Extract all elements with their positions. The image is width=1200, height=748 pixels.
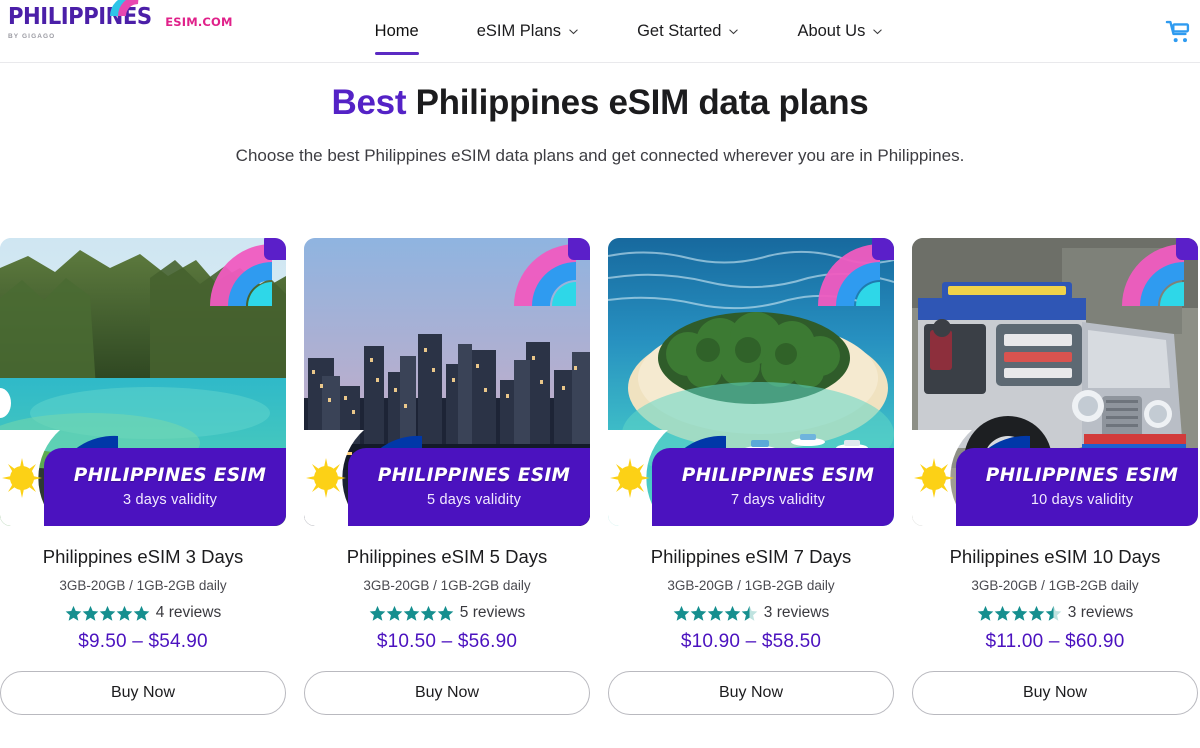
decorative-fan-icon (514, 238, 590, 306)
star-icon (437, 605, 454, 621)
nav-item-esim-plans[interactable]: eSIM Plans (448, 0, 608, 63)
star-icon (116, 605, 133, 621)
product-data-allowance: 3GB-20GB / 1GB-2GB daily (363, 578, 531, 594)
product-thumbnail[interactable]: PHILIPPINES ESIM 10 days validity (912, 238, 1198, 526)
star-icon (977, 605, 994, 621)
nav-item-label: About Us (797, 21, 866, 40)
page-title: Best Philippines eSIM data plans (0, 81, 1200, 125)
banner-validity: 5 days validity (426, 491, 522, 508)
product-data-allowance: 3GB-20GB / 1GB-2GB daily (971, 578, 1139, 594)
product-card[interactable]: PHILIPPINES ESIM 7 days validity Philipp… (608, 238, 894, 716)
banner-title: PHILIPPINES ESIM (681, 465, 875, 487)
product-banner: PHILIPPINES ESIM 3 days validity (44, 448, 286, 526)
nav-item-home[interactable]: Home (346, 0, 448, 63)
buy-now-button[interactable]: Buy Now (0, 671, 286, 716)
chevron-down-icon (569, 28, 578, 34)
product-price: $11.00 – $60.90 (985, 631, 1125, 653)
star-icon (1028, 605, 1045, 621)
star-icon (82, 605, 99, 621)
star-icon (673, 605, 690, 621)
product-card[interactable]: PHILIPPINES ESIM 10 days validity Philip… (912, 238, 1198, 716)
product-review-count: 4 reviews (155, 604, 222, 622)
hero-section: Best Philippines eSIM data plans Choose … (0, 63, 1200, 169)
star-icon (994, 605, 1011, 621)
product-rating: 5 reviews (369, 604, 525, 622)
nav-active-underline (374, 52, 419, 55)
star-icon (386, 605, 403, 621)
star-rating (369, 605, 454, 622)
product-card-grid: PHILIPPINES ESIM 3 days validity Philipp… (0, 238, 1200, 716)
product-banner: PHILIPPINES ESIM 5 days validity (348, 448, 590, 526)
star-icon (99, 605, 116, 621)
logo-byline: BY GIGAGO (8, 33, 56, 40)
product-banner: PHILIPPINES ESIM 7 days validity (652, 448, 894, 526)
product-review-count: 3 reviews (1067, 604, 1134, 622)
product-card[interactable]: PHILIPPINES ESIM 5 days validity Philipp… (304, 238, 590, 716)
page-title-rest: Philippines eSIM data plans (406, 83, 869, 122)
product-rating: 3 reviews (977, 604, 1133, 622)
product-title: Philippines eSIM 7 Days (650, 546, 852, 567)
star-icon (133, 605, 150, 621)
decorative-fan-icon (1122, 238, 1198, 306)
shopping-cart-icon[interactable] (1164, 18, 1192, 46)
star-rating (977, 605, 1062, 622)
product-review-count: 5 reviews (459, 604, 526, 622)
decorative-fan-icon (818, 238, 894, 306)
product-price: $10.90 – $58.50 (680, 631, 822, 653)
star-icon (724, 605, 741, 621)
product-price: $9.50 – $54.90 (78, 631, 208, 653)
star-icon (1011, 605, 1028, 621)
star-icon (369, 605, 386, 621)
product-thumbnail[interactable]: PHILIPPINES ESIM 3 days validity (0, 238, 286, 526)
product-price: $10.50 – $56.90 (376, 631, 518, 653)
nav-item-label: eSIM Plans (476, 21, 562, 40)
buy-now-button[interactable]: Buy Now (304, 671, 590, 716)
banner-validity: 10 days validity (1030, 491, 1134, 508)
product-thumbnail[interactable]: PHILIPPINES ESIM 5 days validity (304, 238, 590, 526)
product-thumbnail[interactable]: PHILIPPINES ESIM 7 days validity (608, 238, 894, 526)
star-icon (65, 605, 82, 621)
banner-title: PHILIPPINES ESIM (73, 465, 267, 487)
product-title: Philippines eSIM 10 Days (949, 546, 1161, 567)
banner-validity: 7 days validity (730, 491, 826, 508)
nav-item-label: Home (374, 21, 419, 40)
product-card[interactable]: PHILIPPINES ESIM 3 days validity Philipp… (0, 238, 286, 716)
nav-item-get-started[interactable]: Get Started (608, 0, 768, 63)
buy-now-button[interactable]: Buy Now (912, 671, 1198, 716)
site-logo[interactable]: PHILIPPINES ESIM.COM BY GIGAGO (8, 0, 233, 40)
star-icon (690, 605, 707, 621)
nav-item-label: Get Started (637, 21, 722, 40)
logo-secondary-text: ESIM.COM (165, 14, 233, 29)
banner-title: PHILIPPINES ESIM (377, 465, 571, 487)
product-rating: 3 reviews (673, 604, 829, 622)
star-half-icon (741, 605, 758, 621)
chevron-down-icon (873, 28, 883, 34)
product-title: Philippines eSIM 5 Days (346, 546, 548, 567)
product-banner: PHILIPPINES ESIM 10 days validity (956, 448, 1198, 526)
product-rating: 4 reviews (65, 604, 221, 622)
product-data-allowance: 3GB-20GB / 1GB-2GB daily (59, 578, 227, 594)
logo-fan-icon (110, 0, 139, 16)
nav-item-about-us[interactable]: About Us (768, 0, 912, 63)
banner-validity: 3 days validity (122, 491, 218, 508)
product-title: Philippines eSIM 3 Days (42, 546, 244, 567)
buy-now-button[interactable]: Buy Now (608, 671, 894, 716)
product-data-allowance: 3GB-20GB / 1GB-2GB daily (667, 578, 835, 594)
banner-title: PHILIPPINES ESIM (985, 465, 1179, 487)
star-icon (403, 605, 420, 621)
star-half-icon (1045, 605, 1062, 621)
chevron-down-icon (729, 28, 739, 34)
page-subtitle: Choose the best Philippines eSIM data pl… (235, 145, 965, 165)
star-icon (420, 605, 437, 621)
star-rating (673, 605, 758, 622)
page-title-accent: Best (331, 83, 407, 122)
site-header: PHILIPPINES ESIM.COM BY GIGAGO Home eSIM… (0, 0, 1200, 63)
star-icon (707, 605, 724, 621)
product-review-count: 3 reviews (763, 604, 830, 622)
star-rating (65, 605, 150, 622)
decorative-fan-icon (210, 238, 286, 306)
